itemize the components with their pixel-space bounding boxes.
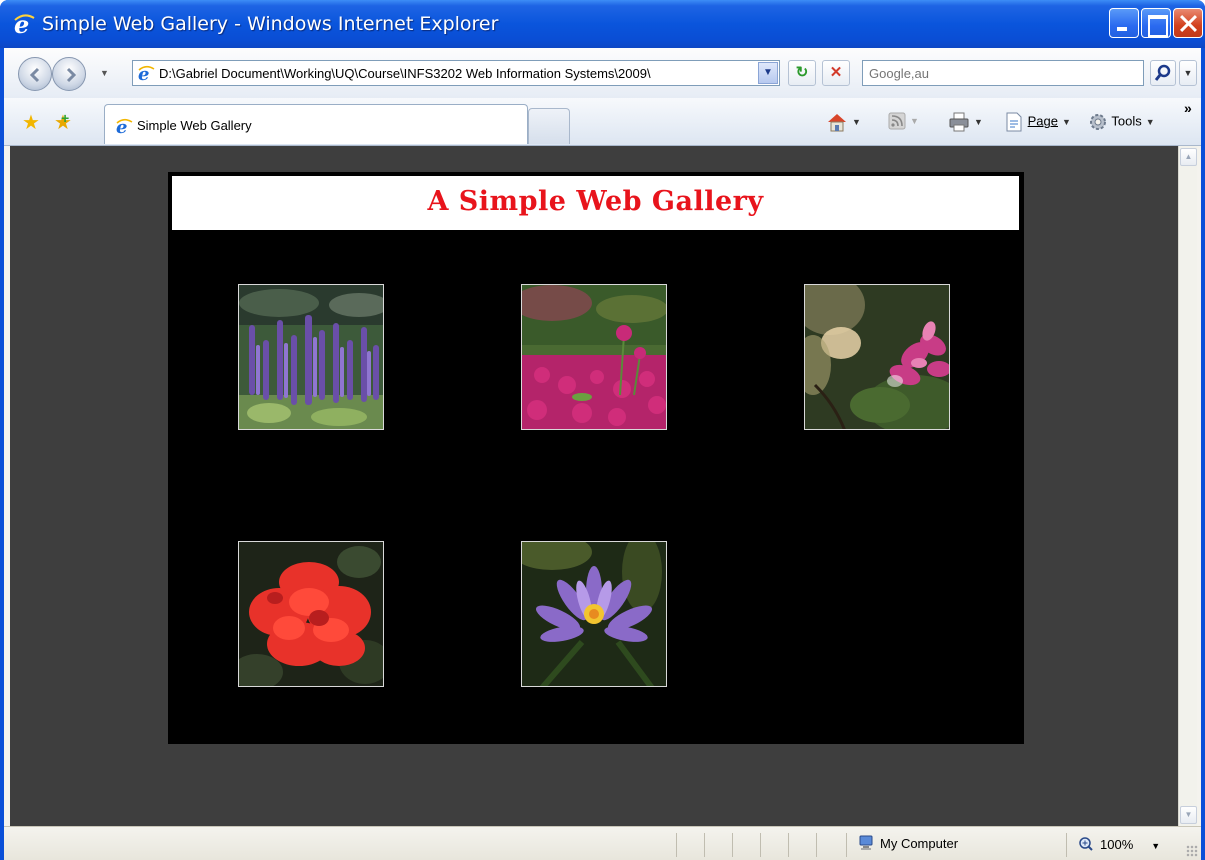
minimize-button[interactable] xyxy=(1109,8,1139,38)
rss-feed-icon xyxy=(888,112,906,130)
search-input[interactable] xyxy=(869,62,1139,84)
forward-button[interactable] xyxy=(52,57,86,91)
title-bar[interactable]: e Simple Web Gallery - Windows Internet … xyxy=(0,0,1205,48)
search-button[interactable] xyxy=(1150,60,1176,86)
navigation-bar: ▼ e D:\Gabriel Document\Working\UQ\Cours… xyxy=(4,48,1201,98)
status-divider xyxy=(732,833,733,857)
back-button[interactable] xyxy=(18,57,52,91)
resize-grip-icon[interactable] xyxy=(1186,845,1198,857)
address-dropdown-button[interactable]: ▼ xyxy=(758,62,778,84)
page-icon: e xyxy=(138,64,155,82)
favorites-star-icon[interactable]: ★ xyxy=(22,110,40,135)
status-divider xyxy=(816,833,817,857)
address-text[interactable]: D:\Gabriel Document\Working\UQ\Course\IN… xyxy=(159,66,753,81)
add-favorite-icon[interactable]: ★ + xyxy=(54,110,72,135)
window-title: Simple Web Gallery - Windows Internet Ex… xyxy=(42,13,499,35)
status-bar: My Computer 100% ▼ xyxy=(4,826,1201,860)
page-menu-label: Page xyxy=(1027,113,1058,129)
zone-label: My Computer xyxy=(880,836,959,851)
tools-menu-label: Tools xyxy=(1111,113,1142,129)
tab-page-icon: e xyxy=(116,117,133,135)
back-arrow-icon xyxy=(29,67,40,83)
tab-simple-web-gallery[interactable]: e Simple Web Gallery xyxy=(104,104,528,144)
pink-orchid-image xyxy=(805,285,949,429)
status-divider xyxy=(704,833,705,857)
home-button[interactable]: ▼ xyxy=(826,112,861,132)
stop-button[interactable]: ✕ xyxy=(822,60,850,86)
status-divider xyxy=(760,833,761,857)
maximize-button[interactable] xyxy=(1141,8,1171,38)
gallery-header: A Simple Web Gallery xyxy=(172,176,1019,230)
page-viewport: A Simple Web Gallery xyxy=(10,146,1178,826)
gallery-thumbnail-hibiscus[interactable] xyxy=(238,541,384,687)
status-divider xyxy=(676,833,677,857)
address-bar[interactable]: e D:\Gabriel Document\Working\UQ\Course\… xyxy=(132,60,780,86)
scroll-down-button[interactable]: ▼ xyxy=(1180,806,1197,824)
gallery-thumbnail-globe-amaranth[interactable] xyxy=(521,284,667,430)
more-commands-chevron-icon[interactable]: » xyxy=(1184,100,1192,116)
purple-water-lily-image xyxy=(522,542,666,686)
browser-frame: ▼ e D:\Gabriel Document\Working\UQ\Cours… xyxy=(4,48,1201,860)
internet-explorer-icon: e xyxy=(14,12,35,36)
computer-zone-icon xyxy=(859,835,873,850)
browser-window: e Simple Web Gallery - Windows Internet … xyxy=(0,0,1205,860)
status-divider xyxy=(846,833,847,857)
refresh-button[interactable]: ↻ xyxy=(788,60,816,86)
print-button[interactable]: ▼ xyxy=(948,112,983,132)
page-menu-icon xyxy=(1006,112,1022,132)
page-menu[interactable]: Page ▼ xyxy=(1004,112,1071,132)
status-divider xyxy=(1066,833,1067,857)
forward-arrow-icon xyxy=(66,67,77,83)
tools-menu[interactable]: Tools ▼ xyxy=(1088,112,1155,132)
close-button[interactable] xyxy=(1173,8,1203,38)
gallery-thumbnail-salvia[interactable] xyxy=(238,284,384,430)
zoom-icon xyxy=(1079,837,1093,851)
new-tab-button[interactable] xyxy=(528,108,570,144)
red-hibiscus-image xyxy=(239,542,383,686)
feeds-button[interactable]: ▼ xyxy=(888,112,919,130)
zoom-level: 100% xyxy=(1100,837,1134,852)
home-icon xyxy=(828,114,846,132)
status-divider xyxy=(788,833,789,857)
printer-icon xyxy=(949,112,969,132)
magenta-globe-amaranth-image xyxy=(522,285,666,429)
gallery-thumbnail-water-lily[interactable] xyxy=(521,541,667,687)
scroll-up-button[interactable]: ▲ xyxy=(1180,148,1197,166)
zoom-control[interactable]: 100% ▼ xyxy=(1078,836,1160,852)
recent-pages-dropdown[interactable]: ▼ xyxy=(100,68,109,78)
security-zone[interactable]: My Computer xyxy=(858,835,958,851)
gear-icon xyxy=(1090,114,1106,130)
tab-label: Simple Web Gallery xyxy=(137,118,252,133)
search-options-dropdown[interactable]: ▼ xyxy=(1179,60,1197,86)
search-box[interactable] xyxy=(862,60,1144,86)
vertical-scrollbar[interactable]: ▲ ▼ xyxy=(1178,146,1197,826)
page-title: A Simple Web Gallery xyxy=(427,186,764,217)
gallery-thumbnail-orchid[interactable] xyxy=(804,284,950,430)
search-icon xyxy=(1154,64,1171,81)
purple-salvia-image xyxy=(239,285,383,429)
gallery-container: A Simple Web Gallery xyxy=(168,172,1024,744)
tab-bar: ★ ★ + e Simple Web Gallery ▼ ▼ ▼ Page ▼ … xyxy=(4,98,1201,146)
